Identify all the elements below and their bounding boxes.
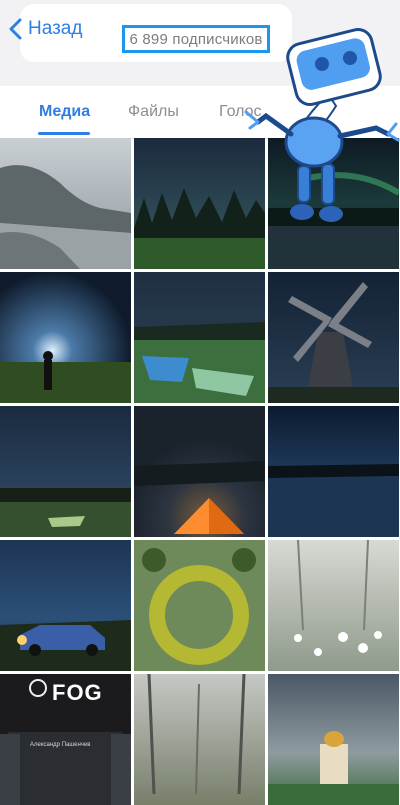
tab-media[interactable]: Медиа bbox=[39, 103, 90, 121]
tab-files[interactable]: Файлы bbox=[128, 103, 179, 121]
active-tab-indicator bbox=[38, 132, 90, 135]
media-thumb-car-night[interactable] bbox=[0, 540, 131, 671]
media-grid: FOG Александр Пашенчев bbox=[0, 138, 400, 805]
media-thumb-foggy-forest[interactable] bbox=[134, 674, 265, 805]
media-thumb-starry-field[interactable] bbox=[0, 406, 131, 537]
media-thumb-windmill[interactable] bbox=[268, 272, 399, 403]
media-thumb-fog-poster[interactable]: FOG Александр Пашенчев bbox=[0, 674, 131, 805]
media-thumb-boats[interactable] bbox=[134, 272, 265, 403]
media-thumb-night-lake[interactable] bbox=[268, 406, 399, 537]
media-thumb-headlamp-person[interactable] bbox=[0, 272, 131, 403]
media-thumb-foggy-rocks[interactable] bbox=[0, 138, 131, 269]
media-thumb-aerial-circle[interactable] bbox=[134, 540, 265, 671]
robot-sticker bbox=[244, 27, 400, 222]
poster-author: Александр Пашенчев bbox=[30, 742, 91, 748]
back-label: Назад bbox=[28, 18, 83, 39]
poster-title: FOG bbox=[52, 680, 103, 705]
media-thumb-church[interactable] bbox=[268, 674, 399, 805]
chevron-left-icon bbox=[9, 18, 22, 40]
media-thumb-tent[interactable] bbox=[134, 406, 265, 537]
back-button[interactable]: Назад bbox=[8, 14, 82, 44]
media-thumb-foggy-cotton-grass[interactable] bbox=[268, 540, 399, 671]
